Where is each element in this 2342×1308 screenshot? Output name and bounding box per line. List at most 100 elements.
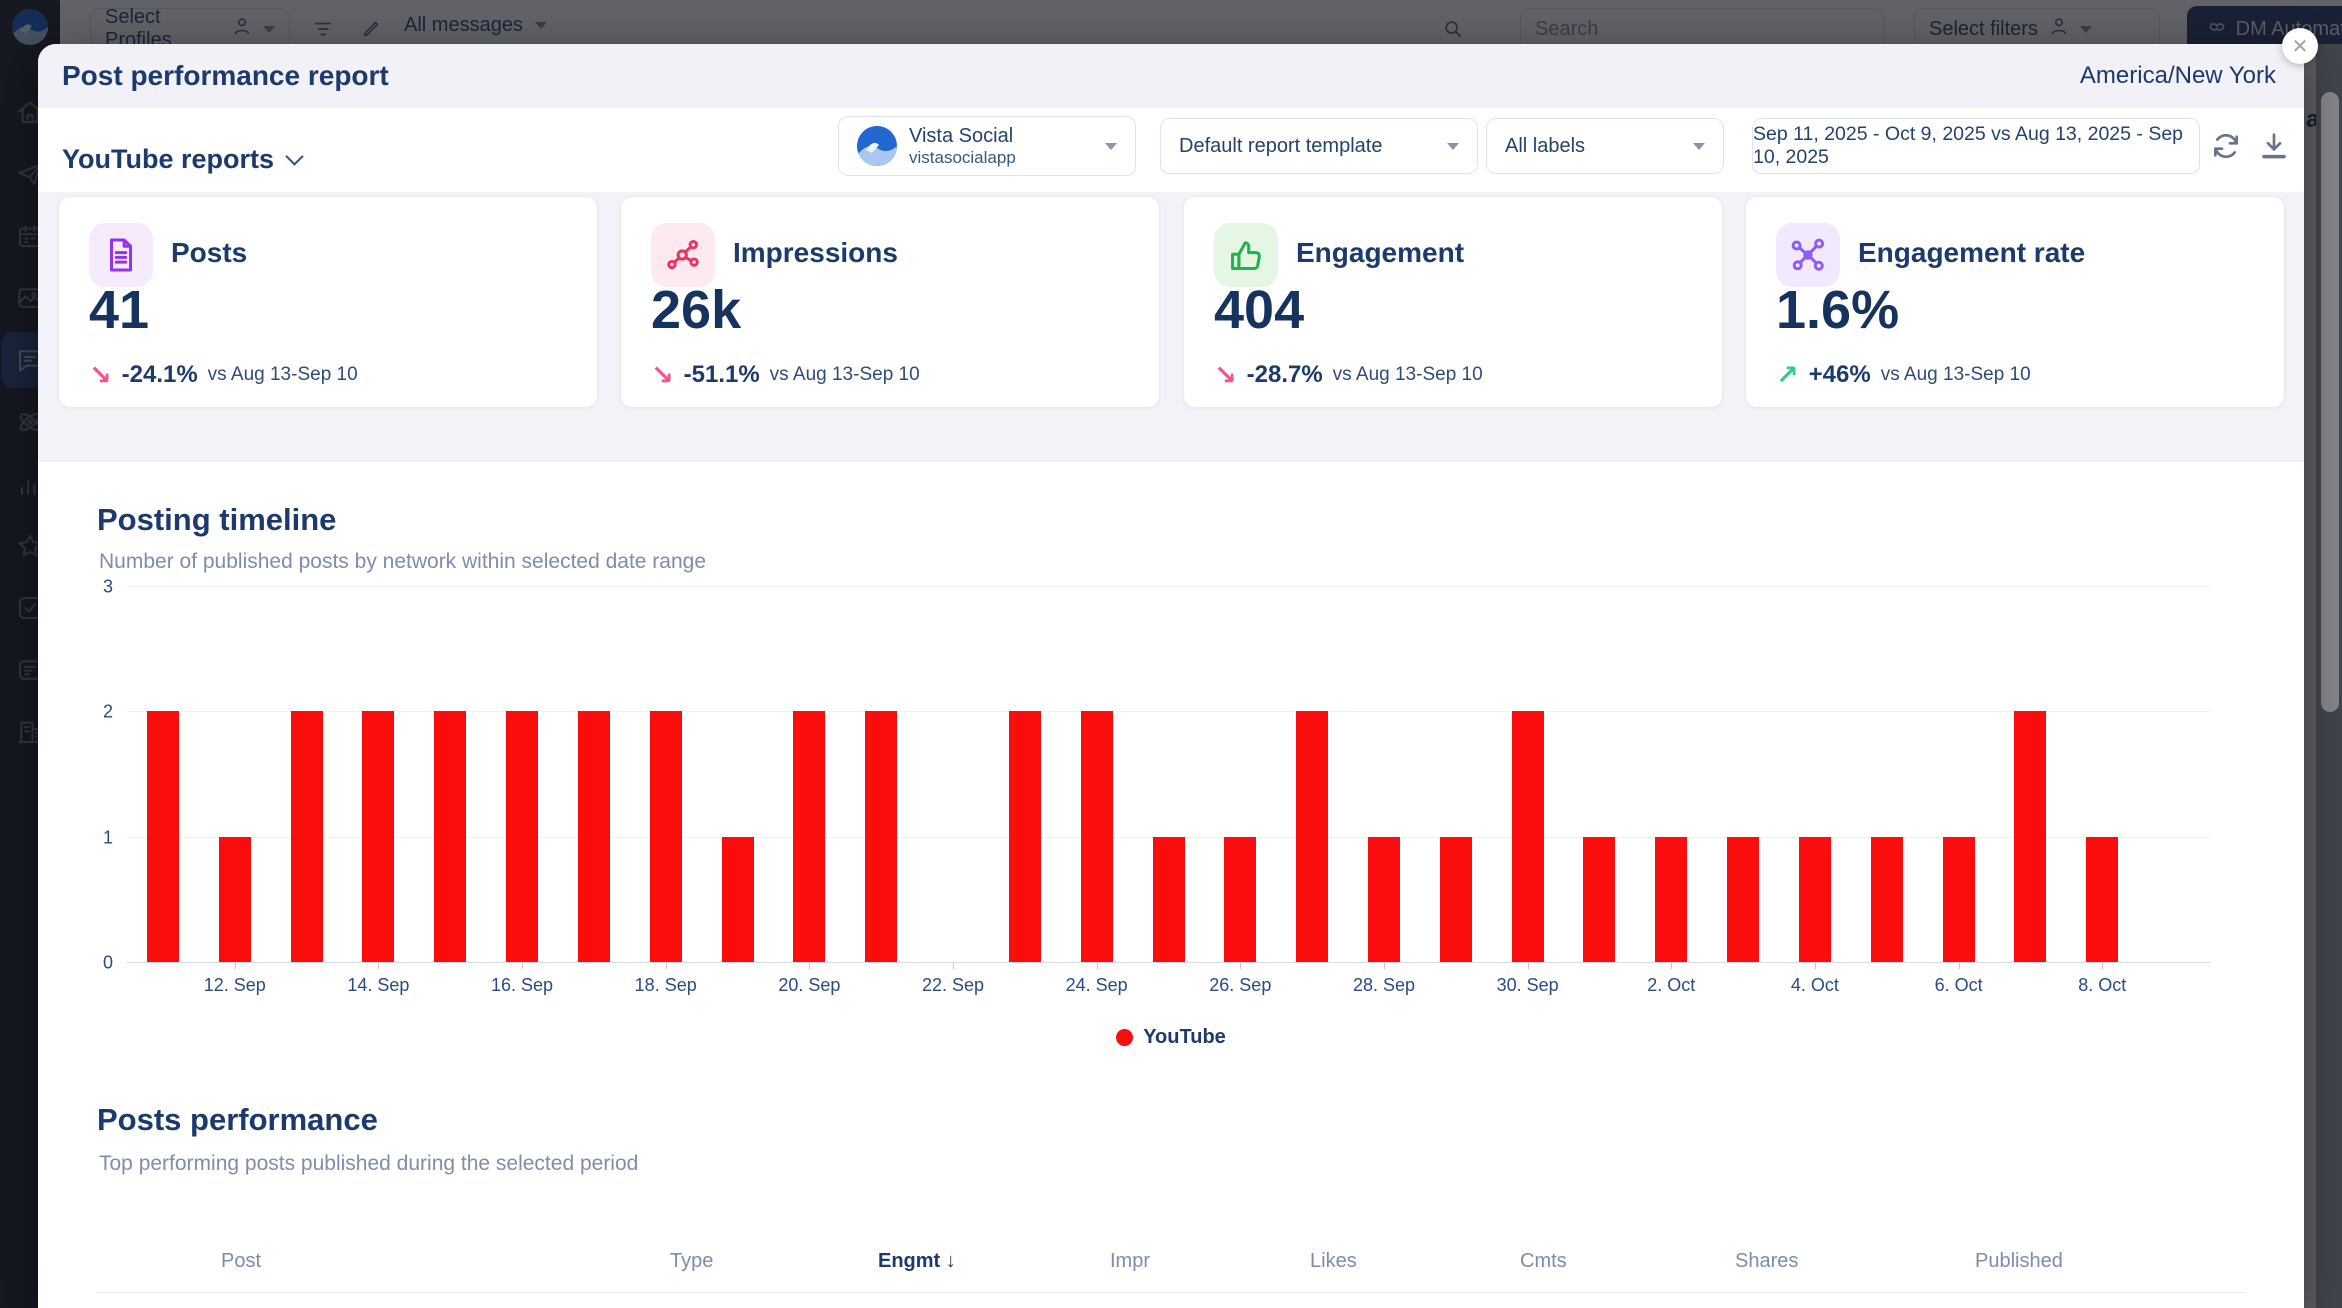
bar-oct-8 [2086, 837, 2118, 962]
report-template-select[interactable]: Default report template [1160, 118, 1478, 174]
delta-percent: +46% [1809, 361, 1871, 389]
profile-text: Vista Social vistasocialapp [909, 125, 1093, 168]
x-axis-label: 28. Sep [1324, 975, 1444, 996]
x-axis-tick [809, 963, 810, 969]
download-icon [2258, 130, 2290, 162]
profile-handle: vistasocialapp [909, 148, 1093, 168]
stat-card-posts: Posts 41 ↘ -24.1% vs Aug 13-Sep 10 [58, 196, 598, 408]
document-icon [89, 223, 153, 287]
x-axis-tick [1097, 963, 1098, 969]
youtube-legend-dot-icon [1116, 1029, 1133, 1046]
bar-sep-25 [1153, 837, 1185, 962]
x-axis-tick [1240, 963, 1241, 969]
x-axis-tick [235, 963, 236, 969]
x-axis-tick [1384, 963, 1385, 969]
download-button[interactable] [2258, 130, 2290, 162]
stat-value: 41 [89, 279, 149, 341]
y-axis-label-1: 1 [73, 827, 113, 848]
x-axis-label: 6. Oct [1899, 975, 2019, 996]
trend-arrow-icon: ↘ [89, 362, 112, 389]
caret-down-icon [1447, 143, 1459, 150]
delta-compare: vs Aug 13-Sep 10 [208, 364, 358, 386]
youtube-legend-label: YouTube [1143, 1026, 1226, 1049]
profile-select[interactable]: Vista Social vistasocialapp [838, 116, 1136, 176]
stat-delta: ↗ +46% vs Aug 13-Sep 10 [1776, 361, 2031, 389]
labels-select[interactable]: All labels [1486, 118, 1724, 174]
x-axis-label: 14. Sep [318, 975, 438, 996]
report-template-value: Default report template [1179, 135, 1382, 158]
bar-sep-21 [865, 711, 897, 962]
bar-oct-4 [1799, 837, 1831, 962]
x-axis-label: 26. Sep [1180, 975, 1300, 996]
x-axis-tick [1959, 963, 1960, 969]
column-header-impr[interactable]: Impr [1110, 1250, 1150, 1273]
close-button[interactable]: ✕ [2282, 28, 2318, 64]
bar-sep-27 [1296, 711, 1328, 962]
column-header-likes[interactable]: Likes [1310, 1250, 1357, 1273]
x-axis-tick [2102, 963, 2103, 969]
x-axis-label: 12. Sep [175, 975, 295, 996]
refresh-button[interactable] [2210, 130, 2242, 162]
bar-oct-7 [2014, 711, 2046, 962]
posts-performance-title: Posts performance [97, 1102, 378, 1138]
x-axis-label: 24. Sep [1037, 975, 1157, 996]
stat-card-engagement-rate: Engagement rate 1.6% ↗ +46% vs Aug 13-Se… [1745, 196, 2285, 408]
column-header-published[interactable]: Published [1975, 1250, 2063, 1273]
table-divider [97, 1292, 2245, 1293]
bar-oct-3 [1727, 837, 1759, 962]
bar-sep-29 [1440, 837, 1472, 962]
x-axis-label: 16. Sep [462, 975, 582, 996]
column-header-cmts[interactable]: Cmts [1520, 1250, 1567, 1273]
stat-value: 1.6% [1776, 279, 1899, 341]
bar-sep-23 [1009, 711, 1041, 962]
bar-sep-20 [793, 711, 825, 962]
delta-percent: -28.7% [1247, 361, 1323, 389]
trend-arrow-icon: ↘ [651, 362, 674, 389]
stat-label: Posts [171, 237, 247, 269]
column-header-post[interactable]: Post [221, 1250, 261, 1273]
column-header-engmt[interactable]: Engmt ↓ [878, 1250, 956, 1273]
stat-label: Engagement [1296, 237, 1464, 269]
stat-delta: ↘ -24.1% vs Aug 13-Sep 10 [89, 361, 358, 389]
bar-sep-11 [147, 711, 179, 962]
posting-timeline-plot: 012312. Sep14. Sep16. Sep18. Sep20. Sep2… [127, 587, 2210, 963]
chart-legend[interactable]: YouTube [38, 1026, 2304, 1049]
bar-sep-18 [650, 711, 682, 962]
stat-value: 404 [1214, 279, 1304, 341]
delta-percent: -24.1% [122, 361, 198, 389]
date-range-value: Sep 11, 2025 - Oct 9, 2025 vs Aug 13, 20… [1753, 123, 2199, 169]
delta-compare: vs Aug 13-Sep 10 [770, 364, 920, 386]
column-header-type[interactable]: Type [670, 1250, 713, 1273]
trend-arrow-icon: ↗ [1776, 362, 1799, 389]
network-icon [1776, 223, 1840, 287]
y-axis-label-2: 2 [73, 702, 113, 723]
modal-title: Post performance report [62, 44, 389, 108]
report-type-dropdown[interactable]: YouTube reports [62, 144, 301, 175]
bar-oct-1 [1583, 837, 1615, 962]
x-axis-tick [522, 963, 523, 969]
x-axis-label: 20. Sep [749, 975, 869, 996]
x-axis-label: 8. Oct [2042, 975, 2162, 996]
posting-timeline-subtitle: Number of published posts by network wit… [99, 550, 706, 574]
y-axis-label-0: 0 [73, 953, 113, 974]
posts-table-header: Post Type Engmt ↓ Impr Likes Cmts Shares Publis… [38, 1242, 2304, 1292]
bar-oct-5 [1871, 837, 1903, 962]
bar-sep-24 [1081, 711, 1113, 962]
profile-name: Vista Social [909, 125, 1093, 148]
refresh-icon [2210, 130, 2242, 162]
page-scrollbar[interactable] [2316, 44, 2342, 1308]
stat-value: 26k [651, 279, 741, 341]
column-header-shares[interactable]: Shares [1735, 1250, 1798, 1273]
posting-timeline-title: Posting timeline [97, 502, 336, 538]
bar-sep-13 [291, 711, 323, 962]
x-axis-tick [1528, 963, 1529, 969]
x-axis-label: 2. Oct [1611, 975, 1731, 996]
date-range-picker[interactable]: Sep 11, 2025 - Oct 9, 2025 vs Aug 13, 20… [1752, 118, 2200, 174]
bar-sep-16 [506, 711, 538, 962]
stat-card-impressions: Impressions 26k ↘ -51.1% vs Aug 13-Sep 1… [620, 196, 1160, 408]
screen: Select Profiles All messages Search Sele… [0, 0, 2342, 1308]
delta-percent: -51.1% [684, 361, 760, 389]
gridline-y3 [127, 586, 2210, 587]
scrollbar-thumb[interactable] [2321, 92, 2339, 712]
x-axis-label: 4. Oct [1755, 975, 1875, 996]
